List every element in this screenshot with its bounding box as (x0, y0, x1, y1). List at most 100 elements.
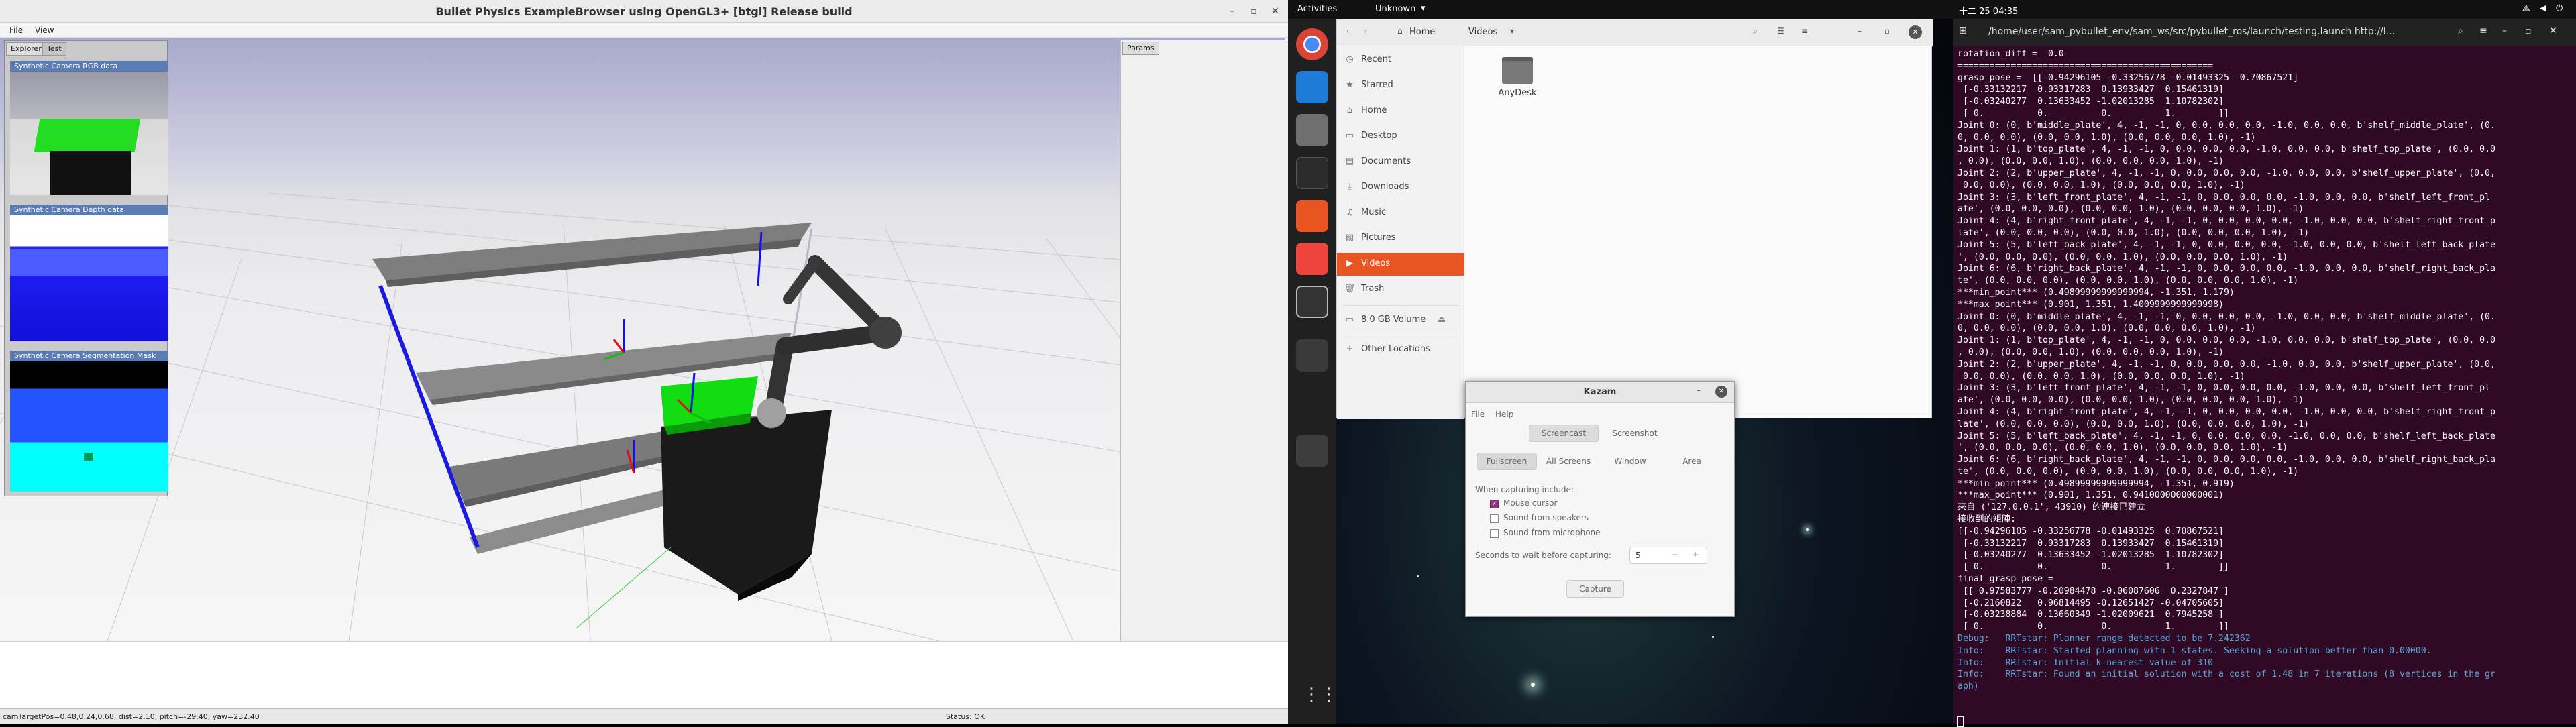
sidebar-item-label: Pictures (1361, 233, 1396, 243)
menu-file[interactable]: File (1471, 410, 1485, 419)
video-icon: ▶ (1346, 258, 1353, 268)
area-fullscreen-button[interactable]: Fullscreen (1477, 453, 1537, 470)
terminal-line: late', (0.0, 0.0, 0.0), (0.0, 0.0, 1.0),… (1957, 418, 2310, 429)
wait-seconds-stepper[interactable]: 5 − + (1629, 547, 1707, 564)
kazam-window: Kazam – ✕ File Help Screencast Screensho… (1465, 381, 1735, 617)
new-tab-icon[interactable]: ⊞ (1959, 25, 1967, 36)
camera-segmentation-title[interactable]: Synthetic Camera Segmentation Mask (10, 351, 168, 361)
close-icon[interactable]: ✕ (2549, 25, 2557, 36)
minimize-icon[interactable]: – (1225, 4, 1240, 19)
sidebar-item-documents[interactable]: ▤ Documents (1337, 151, 1464, 174)
camera-depth-title[interactable]: Synthetic Camera Depth data (10, 205, 168, 215)
terminal-line: Joint 0: (0, b'middle_plate', 4, -1, -1,… (1957, 311, 2496, 322)
terminal-line: [-0.03240277 0.13633452 -1.02013285 1.10… (1957, 97, 2224, 107)
forward-icon[interactable]: › (1364, 26, 1367, 36)
sidebar-item-recent[interactable]: ◷ Recent (1337, 49, 1464, 72)
area-area-button[interactable]: Area (1662, 453, 1722, 470)
sidebar-item-videos[interactable]: ▶ Videos (1337, 253, 1464, 276)
minimize-icon[interactable]: – (1858, 26, 1862, 36)
menu-view[interactable]: View (35, 25, 54, 35)
terminal-line: , 0.0), (0.0, 0.0, 1.0), (0.0, 0.0, 0.0,… (1957, 347, 2224, 357)
minus-icon[interactable]: − (1672, 550, 1678, 559)
kazam-icon[interactable] (1296, 286, 1328, 318)
camera-rgb-title[interactable]: Synthetic Camera RGB data (10, 61, 168, 72)
kazam-titlebar[interactable]: Kazam – ✕ (1466, 382, 1734, 403)
terminal-icon[interactable] (1296, 157, 1328, 189)
capture-button[interactable]: Capture (1566, 580, 1624, 598)
search-icon[interactable]: ⌕ (2458, 25, 2463, 36)
terminal-line: Joint 3: (3, b'left_front_plate', 4, -1,… (1957, 192, 2490, 203)
maximize-icon[interactable]: ▫ (2525, 25, 2532, 36)
search-icon[interactable]: ⌕ (1753, 26, 1758, 36)
sidebar-item-downloads[interactable]: ⤓ Downloads (1337, 176, 1464, 199)
sidebar-item-starred[interactable]: ★ Starred (1337, 74, 1464, 97)
document-icon: ▤ (1345, 156, 1354, 166)
sidebar-item-music[interactable]: ♫ Music (1337, 202, 1464, 225)
sound-microphone-checkbox[interactable]: Sound from microphone (1490, 528, 1691, 540)
sidebar-item-other-locations[interactable]: + Other Locations (1337, 339, 1464, 361)
usb-drive-icon[interactable] (1296, 435, 1328, 467)
plus-icon[interactable]: + (1692, 550, 1699, 559)
sound-speakers-checkbox[interactable]: Sound from speakers (1490, 513, 1691, 525)
area-window-button[interactable]: Window (1600, 453, 1660, 470)
menu-icon[interactable]: ≡ (2479, 25, 2487, 36)
chrome-icon[interactable] (1296, 28, 1328, 60)
menu-help[interactable]: Help (1495, 410, 1513, 419)
chevron-down-icon: ▾ (1421, 3, 1426, 13)
show-apps-icon[interactable]: ⋮⋮ (1303, 685, 1338, 704)
sidebar-item-pictures[interactable]: ▧ Pictures (1337, 227, 1464, 250)
breadcrumb-videos[interactable]: Videos (1468, 27, 1497, 37)
close-icon[interactable]: ✕ (1909, 25, 1922, 39)
menu-icon[interactable]: ≡ (1801, 26, 1808, 36)
tab-explorer[interactable]: Explorer (6, 42, 46, 56)
sidebar-item-home[interactable]: ⌂ Home (1337, 100, 1464, 123)
eject-icon[interactable]: ⏏ (1438, 315, 1446, 325)
maximize-icon[interactable]: ▫ (1246, 4, 1261, 19)
minimize-icon[interactable]: – (2502, 25, 2507, 36)
menu-file[interactable]: File (9, 25, 23, 35)
folder-label: AnyDesk (1498, 88, 1537, 98)
view-list-icon[interactable]: ☰ (1777, 26, 1784, 36)
bullet-titlebar[interactable]: Bullet Physics ExampleBrowser using Open… (0, 0, 1288, 23)
software-center-icon[interactable] (1296, 200, 1328, 232)
close-icon[interactable]: ✕ (1715, 386, 1727, 398)
anydesk-icon[interactable] (1296, 243, 1328, 275)
close-icon[interactable]: ✕ (1268, 4, 1283, 19)
back-icon[interactable]: ‹ (1346, 26, 1350, 36)
activities-button[interactable]: Activities (1297, 4, 1337, 14)
minimize-icon[interactable]: – (1697, 386, 1701, 395)
terminal-line: ***max_point*** (0.901, 1.351, 1.4009999… (1957, 299, 2224, 310)
maximize-icon[interactable]: ▫ (1884, 26, 1890, 36)
terminal-line: 來自 ('127.0.0.1', 43910) 的連接已建立 (1957, 502, 2146, 513)
mode-screencast-button[interactable]: Screencast (1529, 425, 1599, 442)
tab-params[interactable]: Params (1122, 42, 1159, 55)
terminal-titlebar[interactable]: ⊞ /home/user/sam_pybullet_env/sam_ws/src… (1953, 19, 2576, 46)
mode-screenshot-button[interactable]: Screenshot (1600, 425, 1670, 442)
breadcrumb-home[interactable]: Home (1409, 27, 1435, 37)
files-headerbar[interactable]: ‹ › ⌂ Home Videos ▾ ⌕ ☰ ≡ – ▫ ✕ (1337, 19, 1933, 46)
blank-app-icon[interactable] (1296, 339, 1328, 372)
mouse-cursor-checkbox[interactable]: ✓ Mouse cursor (1490, 498, 1691, 510)
3d-viewport[interactable] (0, 38, 1285, 641)
sidebar-item-volume[interactable]: ▭ 8.0 GB Volume ⏏ (1337, 309, 1464, 332)
network-icon[interactable]: ⟁ (2522, 3, 2530, 13)
terminal-debug-line: Info: RRTstar: Found an initial solution… (1957, 669, 2496, 680)
power-icon[interactable]: ⏻ (2556, 3, 2563, 13)
terminal-line: [-0.2160822 0.96814495 -0.12651427 -0.04… (1957, 598, 2224, 608)
sidebar-item-label: Starred (1361, 80, 1393, 90)
sidebar-item-desktop[interactable]: ▭ Desktop (1337, 125, 1464, 148)
wait-seconds-value[interactable]: 5 (1635, 551, 1641, 560)
checkbox-unchecked-icon (1490, 529, 1499, 538)
folder-item[interactable]: AnyDesk (1493, 57, 1546, 111)
clock[interactable]: 十二 25 04:35 (1959, 4, 2018, 17)
terminal-line: Joint 1: (1, b'top_plate', 4, -1, -1, 0,… (1957, 335, 2496, 346)
volume-icon[interactable]: ◀ (2540, 3, 2546, 13)
area-all-screens-button[interactable]: All Screens (1538, 453, 1599, 470)
vscode-icon[interactable] (1296, 71, 1328, 103)
chevron-down-icon[interactable]: ▾ (1510, 26, 1514, 36)
sidebar-item-trash[interactable]: 🗑 Trash (1337, 278, 1464, 301)
app-menu[interactable]: Unknown (1375, 4, 1415, 14)
tab-test[interactable]: Test (42, 42, 66, 56)
files-icon[interactable] (1296, 114, 1328, 146)
terminal-output[interactable]: rotation_diff = 0.0 =====================… (1957, 48, 2572, 722)
